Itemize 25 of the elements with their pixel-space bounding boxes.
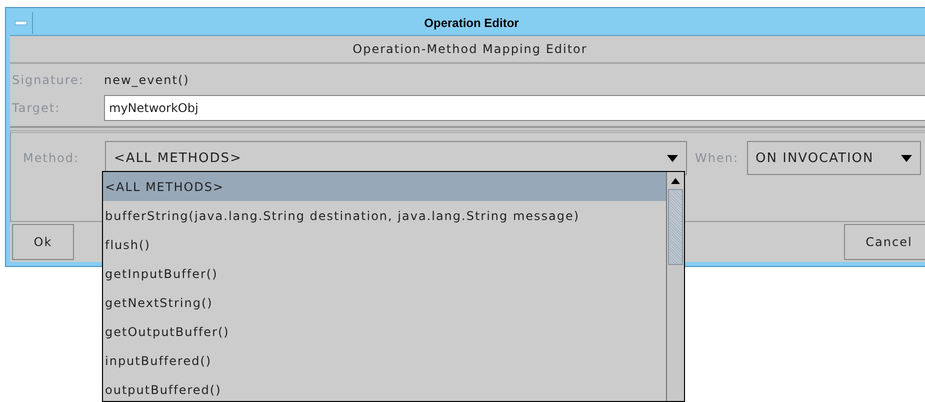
method-option[interactable]: getInputBuffer() xyxy=(103,259,666,288)
when-label: When: xyxy=(695,151,739,165)
method-option[interactable]: inputBuffered() xyxy=(103,346,666,375)
target-label: Target: xyxy=(11,101,62,115)
signature-label: Signature: xyxy=(11,73,85,87)
caret-icon xyxy=(667,154,678,162)
target-field[interactable]: myNetworkObj xyxy=(104,95,925,121)
window-title: Operation Editor xyxy=(423,16,520,30)
method-label: Method: xyxy=(23,151,80,165)
method-option[interactable]: getNextString() xyxy=(103,288,666,317)
caret-icon xyxy=(900,154,912,162)
up-arrow-icon[interactable] xyxy=(671,178,680,184)
signature-value: new_event() xyxy=(104,73,190,87)
minus-icon xyxy=(15,21,27,25)
method-option[interactable]: outputBuffered() xyxy=(103,375,666,402)
ok-button[interactable]: Ok xyxy=(12,224,74,260)
scroll-thumb[interactable] xyxy=(668,189,683,265)
method-option[interactable]: flush() xyxy=(103,230,666,259)
cancel-button[interactable]: Cancel xyxy=(844,224,925,260)
method-option[interactable]: bufferString(java.lang.String destination, java.lang.String message) xyxy=(103,201,666,230)
scrollbar[interactable] xyxy=(666,172,684,401)
editor-heading: Operation-Method Mapping Editor xyxy=(352,42,588,56)
method-option[interactable]: getOutputBuffer() xyxy=(103,317,666,346)
method-option[interactable]: <ALL METHODS> xyxy=(103,172,666,201)
when-dropdown[interactable]: ON INVOCATION xyxy=(746,141,921,175)
